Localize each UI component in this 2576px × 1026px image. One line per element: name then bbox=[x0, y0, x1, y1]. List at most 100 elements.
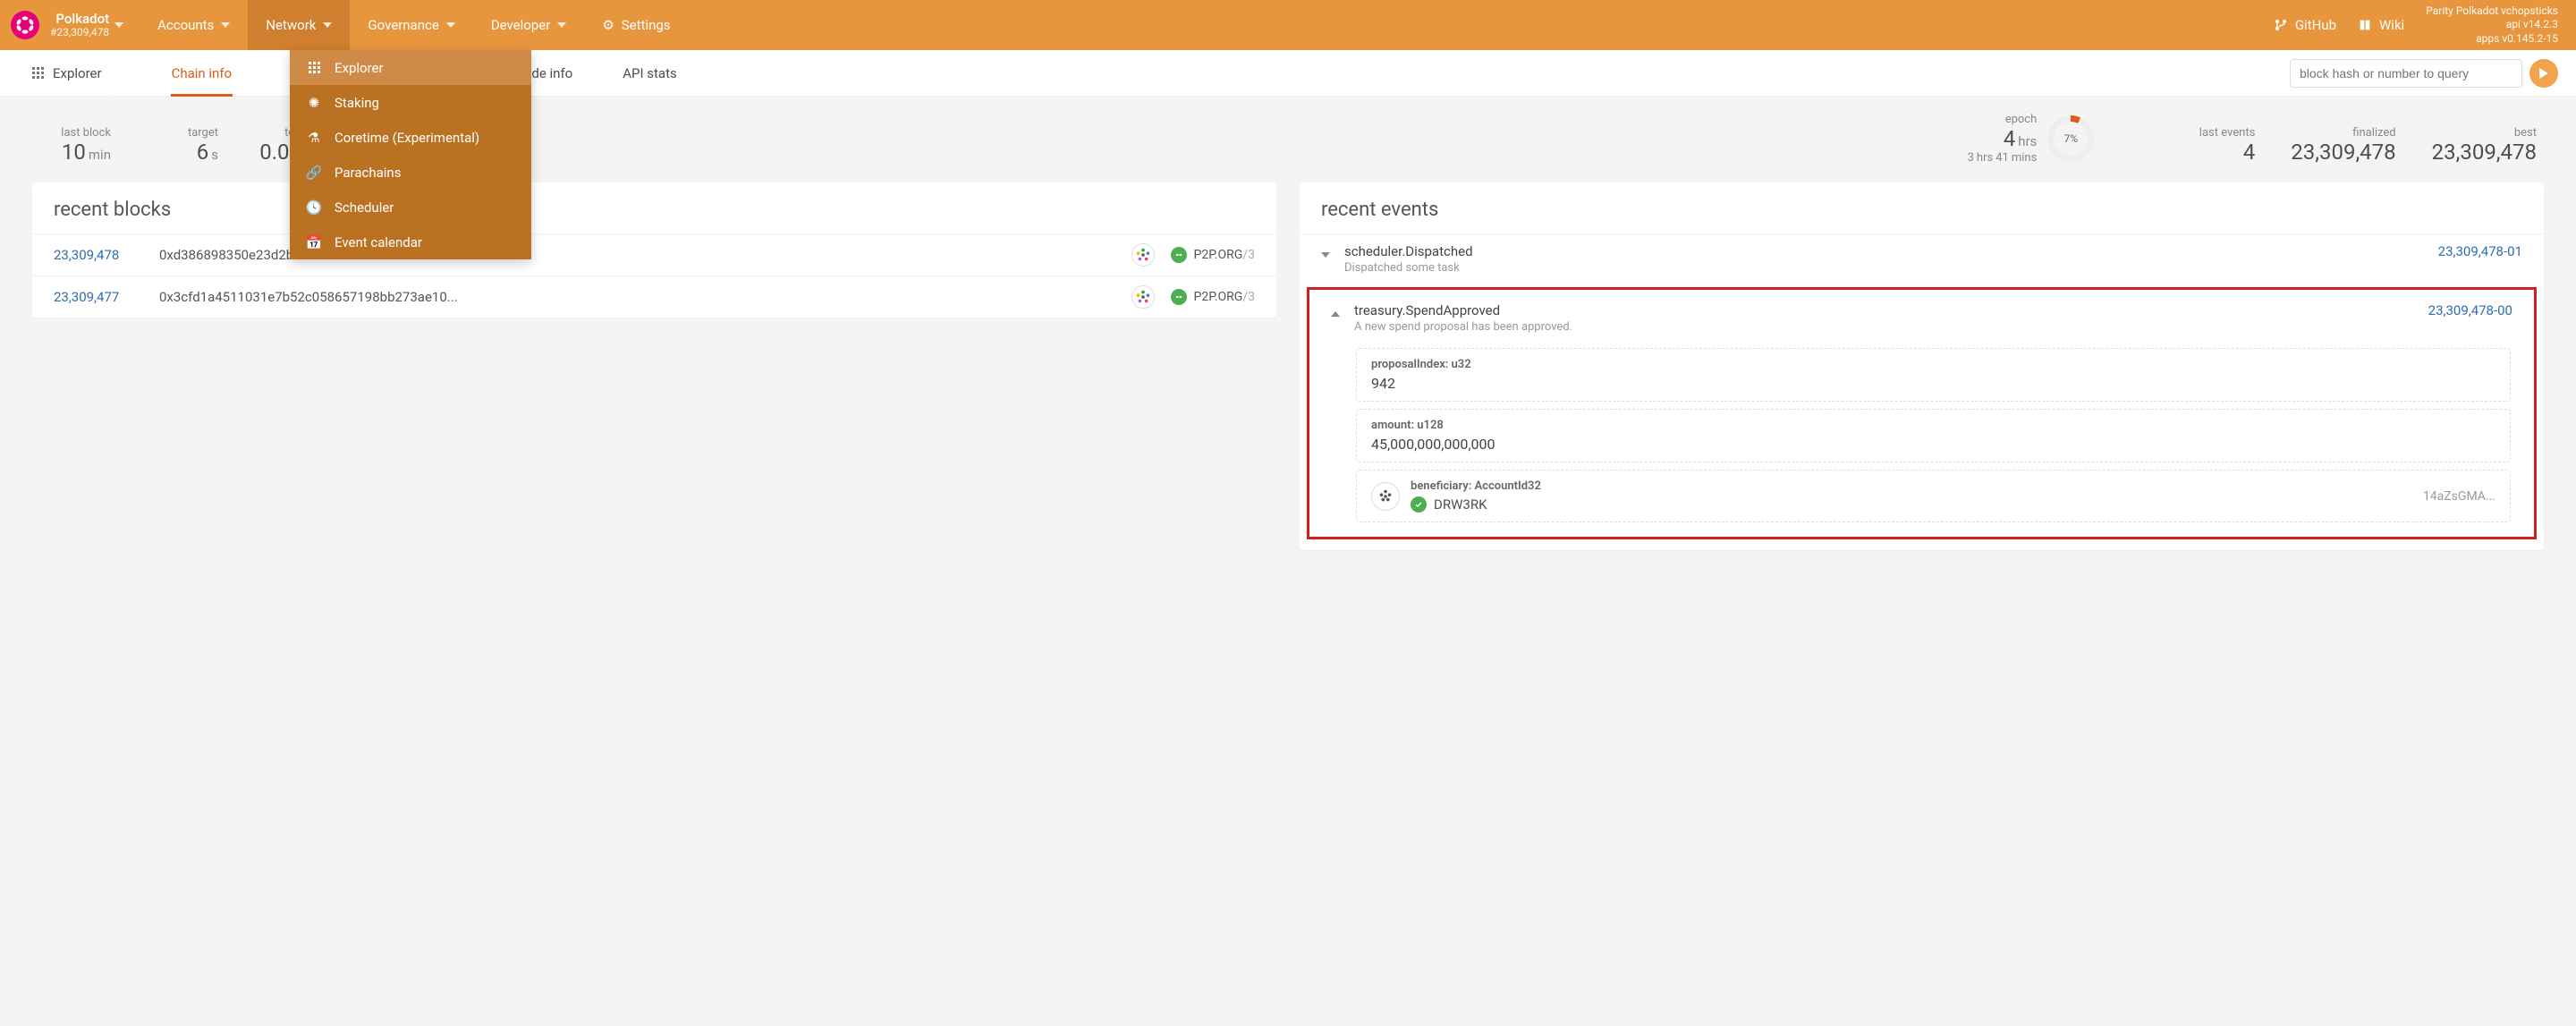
dropdown-explorer-label: Explorer bbox=[335, 60, 384, 76]
topbar-right: GitHub Wiki Parity Polkadot vchopsticks … bbox=[2274, 4, 2565, 47]
event-desc: A new spend proposal has been approved. bbox=[1354, 320, 2418, 334]
stat-best-label: best bbox=[2514, 126, 2537, 140]
version-line2: api v14.2.3 bbox=[2426, 18, 2558, 32]
chevron-down-icon bbox=[114, 22, 123, 28]
grid-icon bbox=[306, 62, 322, 73]
event-id-link[interactable]: 23,309,478-00 bbox=[2428, 302, 2512, 318]
version-line1: Parity Polkadot vchopsticks bbox=[2426, 4, 2558, 19]
param-label: amount: u128 bbox=[1371, 419, 2496, 432]
event-title: scheduler.Dispatched bbox=[1344, 243, 2428, 259]
polkadot-logo-icon bbox=[15, 15, 35, 35]
nav-settings-label: Settings bbox=[622, 17, 671, 33]
nav-settings[interactable]: ⚙ Settings bbox=[584, 0, 688, 50]
validator-identicon bbox=[1131, 285, 1155, 309]
chain-selector[interactable]: Polkadot #23,309,478 bbox=[50, 12, 109, 38]
clock-icon: 🕓 bbox=[306, 199, 322, 216]
stat-target-value: 6 bbox=[197, 140, 209, 165]
event-id-link[interactable]: 23,309,478-01 bbox=[2438, 243, 2522, 259]
version-info: Parity Polkadot vchopsticks api v14.2.3 … bbox=[2426, 4, 2558, 47]
event-params: proposalIndex: u32 942 amount: u128 45,0… bbox=[1309, 343, 2534, 526]
epoch-pct: 7% bbox=[2064, 132, 2079, 145]
param-value: 942 bbox=[1371, 375, 2496, 392]
stat-epoch-label: epoch bbox=[2005, 113, 2038, 126]
dropdown-coretime[interactable]: ⚗ Coretime (Experimental) bbox=[290, 120, 531, 155]
dropdown-event-calendar-label: Event calendar bbox=[335, 234, 422, 250]
event-row: scheduler.Dispatched Dispatched some tas… bbox=[1300, 233, 2544, 284]
dropdown-event-calendar[interactable]: 📅 Event calendar bbox=[290, 225, 531, 259]
flask-icon: ⚗ bbox=[306, 130, 322, 146]
chevron-down-icon bbox=[323, 22, 332, 28]
stat-best: best 23,309,478 bbox=[2432, 126, 2537, 165]
nav-network-label: Network bbox=[266, 17, 316, 33]
verified-icon bbox=[1411, 496, 1427, 513]
github-label: GitHub bbox=[2295, 17, 2336, 33]
event-desc: Dispatched some task bbox=[1344, 261, 2428, 275]
book-icon bbox=[2358, 18, 2372, 32]
highlighted-event: treasury.SpendApproved A new spend propo… bbox=[1307, 287, 2537, 539]
wiki-label: Wiki bbox=[2379, 17, 2404, 33]
stat-target-label: target bbox=[188, 126, 218, 140]
param-value: 45,000,000,000,000 bbox=[1371, 436, 2496, 453]
chevron-down-icon bbox=[221, 22, 230, 28]
dropdown-scheduler-label: Scheduler bbox=[335, 199, 394, 216]
stat-finalized-value: 23,309,478 bbox=[2291, 140, 2395, 165]
stat-epoch-sub-hours-unit: hrs bbox=[1977, 151, 1993, 165]
block-row[interactable]: 23,309,478 0xd386898350e23d2b24fae12fcb0… bbox=[32, 233, 1276, 276]
verified-icon bbox=[1171, 247, 1187, 263]
dropdown-explorer[interactable]: Explorer bbox=[290, 50, 531, 85]
dropdown-coretime-label: Coretime (Experimental) bbox=[335, 130, 479, 146]
dropdown-scheduler[interactable]: 🕓 Scheduler bbox=[290, 190, 531, 225]
nav-governance[interactable]: Governance bbox=[350, 0, 472, 50]
validator-identicon bbox=[1131, 243, 1155, 267]
wiki-link[interactable]: Wiki bbox=[2358, 17, 2404, 33]
nav-accounts-label: Accounts bbox=[157, 17, 214, 33]
param-label: beneficiary: AccountId32 bbox=[1411, 479, 2412, 493]
link-icon: 🔗 bbox=[306, 165, 322, 181]
recent-blocks-heading: recent blocks bbox=[32, 182, 1276, 233]
stat-epoch-hours-unit: hrs bbox=[2018, 133, 2037, 149]
version-line3: apps v0.145.2-15 bbox=[2426, 32, 2558, 47]
calendar-icon: 📅 bbox=[306, 234, 322, 250]
polkadot-logo[interactable] bbox=[11, 11, 39, 39]
stat-best-value: 23,309,478 bbox=[2432, 140, 2537, 165]
chevron-up-icon bbox=[1331, 311, 1340, 317]
param-beneficiary: beneficiary: AccountId32 DRW3RK 14aZsGMA… bbox=[1356, 470, 2511, 522]
play-icon bbox=[2538, 68, 2549, 79]
gear-icon: ⚙ bbox=[602, 17, 614, 33]
stat-target-unit: s bbox=[211, 147, 218, 163]
recent-events-heading: recent events bbox=[1300, 182, 2544, 233]
param-label: proposalIndex: u32 bbox=[1371, 358, 2496, 371]
certificate-icon: ✺ bbox=[306, 95, 322, 111]
account-identicon bbox=[1371, 482, 1400, 511]
beneficiary-name: DRW3RK bbox=[1434, 496, 1487, 513]
tab-api-stats[interactable]: API stats bbox=[601, 50, 699, 97]
event-expand-toggle[interactable] bbox=[1331, 306, 1343, 320]
dropdown-parachains-label: Parachains bbox=[335, 165, 401, 181]
block-number[interactable]: 23,309,478 bbox=[54, 247, 143, 263]
subnav-explorer[interactable]: Explorer bbox=[18, 50, 116, 97]
recent-blocks-panel: recent blocks 23,309,478 0xd386898350e23… bbox=[32, 182, 1276, 318]
topbar: Polkadot #23,309,478 Accounts Network Go… bbox=[0, 0, 2576, 50]
chain-name: Polkadot bbox=[50, 12, 109, 27]
tab-chain-info[interactable]: Chain info bbox=[150, 50, 254, 97]
event-collapse-toggle[interactable] bbox=[1321, 247, 1334, 261]
beneficiary-address: 14aZsGMA... bbox=[2423, 489, 2496, 504]
nav-network[interactable]: Network bbox=[248, 0, 350, 50]
stat-epoch-sub-mins-unit: mins bbox=[2012, 151, 2037, 165]
validator-name: P2P.ORG/3 bbox=[1194, 248, 1255, 262]
validator-badge: P2P.ORG/3 bbox=[1171, 289, 1255, 305]
dropdown-parachains[interactable]: 🔗 Parachains bbox=[290, 155, 531, 190]
validator-name: P2P.ORG/3 bbox=[1194, 290, 1255, 304]
block-row[interactable]: 23,309,477 0x3cfd1a4511031e7b52c05865719… bbox=[32, 276, 1276, 318]
block-number[interactable]: 23,309,477 bbox=[54, 289, 143, 305]
stat-target: target 6s bbox=[147, 126, 218, 165]
dropdown-staking[interactable]: ✺ Staking bbox=[290, 85, 531, 120]
verified-icon bbox=[1171, 289, 1187, 305]
block-search-input[interactable] bbox=[2290, 59, 2522, 88]
stat-epoch: epoch 4hrs 3 hrs 41 mins 7% bbox=[1968, 113, 2095, 165]
nav-developer[interactable]: Developer bbox=[473, 0, 585, 50]
github-link[interactable]: GitHub bbox=[2274, 17, 2336, 33]
nav-accounts[interactable]: Accounts bbox=[140, 0, 248, 50]
stat-epoch-sub-mins: 41 bbox=[1996, 151, 2009, 165]
search-submit-button[interactable] bbox=[2529, 59, 2558, 88]
